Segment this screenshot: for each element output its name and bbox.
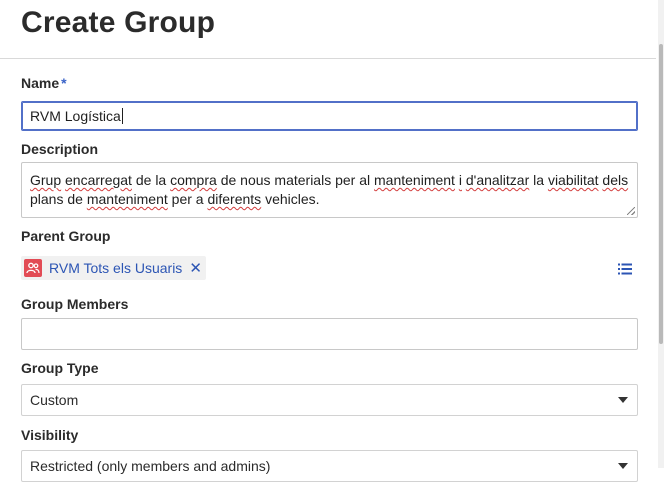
visibility-select[interactable]: Restricted (only members and admins) <box>21 450 638 482</box>
misspelled-word: manteniment <box>374 172 455 188</box>
remove-parent-group-icon[interactable]: ✕ <box>189 261 202 276</box>
chevron-down-icon <box>618 397 628 403</box>
parent-group-name: RVM Tots els Usuaris <box>49 260 183 276</box>
name-input[interactable]: RVM Logística <box>21 101 638 131</box>
group-members-input[interactable] <box>21 318 638 350</box>
description-label: Description <box>21 141 99 157</box>
visibility-label: Visibility <box>21 427 79 443</box>
page-header: Create Group <box>0 0 656 59</box>
name-label: Name * <box>21 75 67 91</box>
misspelled-word: i <box>458 172 462 188</box>
visibility-value: Restricted (only members and admins) <box>30 458 271 474</box>
scrollbar-thumb[interactable] <box>659 44 663 344</box>
misspelled-word: dels <box>602 172 629 188</box>
group-members-label: Group Members <box>21 296 129 312</box>
description-value: Grup encarregat de la compra de nous mat… <box>30 172 629 207</box>
misspelled-word: compra <box>170 172 217 188</box>
parent-group-label: Parent Group <box>21 228 111 244</box>
group-type-value: Custom <box>30 392 79 408</box>
group-type-label: Group Type <box>21 360 99 376</box>
name-input-value: RVM Logística <box>30 108 121 124</box>
misspelled-word: d'analitzar <box>465 172 530 188</box>
resize-handle-icon[interactable] <box>627 207 635 215</box>
group-type-select[interactable]: Custom <box>21 384 638 416</box>
page-title: Create Group <box>21 6 216 39</box>
misspelled-word: manteniment <box>86 191 168 207</box>
required-marker: * <box>61 75 67 91</box>
parent-group-chip: RVM Tots els Usuaris ✕ <box>21 256 206 280</box>
misspelled-word: Grup <box>30 172 62 188</box>
misspelled-word: viabilitat <box>547 172 599 188</box>
name-label-text: Name <box>21 75 60 91</box>
list-icon[interactable] <box>618 262 632 275</box>
scrollbar-track[interactable] <box>658 0 664 468</box>
misspelled-word: diferents <box>207 191 262 207</box>
chevron-down-icon <box>618 463 628 469</box>
description-textarea[interactable]: Grup encarregat de la compra de nous mat… <box>21 162 638 218</box>
text-caret <box>121 108 123 124</box>
group-icon <box>24 259 42 277</box>
misspelled-word: encarregat <box>65 172 132 188</box>
